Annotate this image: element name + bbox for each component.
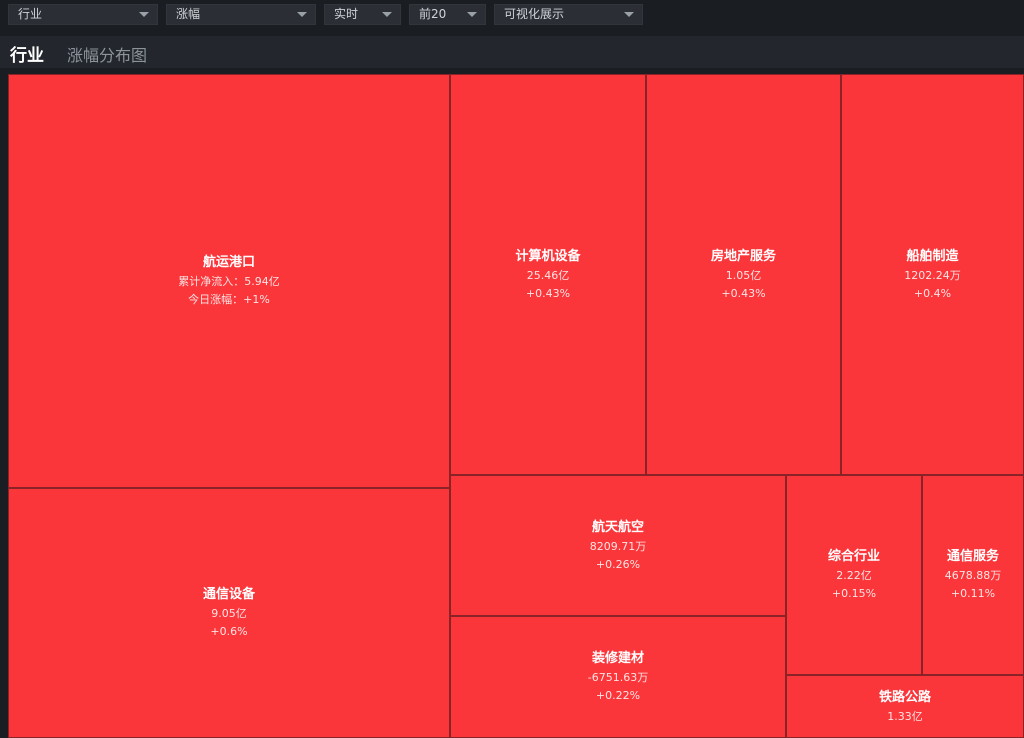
- cell-change: +0.4%: [913, 286, 952, 300]
- cell-change: +0.6%: [210, 625, 248, 638]
- cell-name: 装修建材: [591, 651, 644, 666]
- cell-net-inflow: 4678.88万: [944, 569, 1002, 582]
- treemap-cell-shipbuilding[interactable]: 船舶制造 1202.24万 +0.4%: [841, 74, 1024, 475]
- cell-net-inflow: 8209.71万: [589, 539, 647, 553]
- cell-change: +0.22%: [595, 689, 641, 702]
- cell-name: 通信服务: [946, 549, 999, 564]
- cell-net-inflow: 1.33亿: [887, 709, 923, 723]
- metric-dropdown[interactable]: 涨幅: [166, 4, 316, 25]
- cell-name: 通信设备: [202, 587, 255, 602]
- cell-net-inflow: 2.22亿: [836, 569, 872, 582]
- cell-name: 船舶制造: [906, 248, 959, 264]
- chevron-down-icon: [297, 12, 307, 17]
- filter-toolbar: 行业 涨幅 实时 前20 可视化展示: [0, 0, 1024, 30]
- cell-name: 房地产服务: [710, 248, 776, 264]
- cell-net-inflow: 累计净流入：5.94亿: [178, 275, 280, 288]
- chevron-down-icon: [467, 12, 477, 17]
- cell-net-inflow: 1.05亿: [725, 268, 762, 282]
- cell-change: +0.15%: [831, 587, 877, 600]
- category-dropdown-label: 行业: [18, 7, 43, 21]
- treemap-cell-computer-equipment[interactable]: 计算机设备 25.46亿 +0.43%: [450, 74, 646, 475]
- view-mode-dropdown-label: 可视化展示: [504, 7, 565, 21]
- topn-dropdown-label: 前20: [419, 7, 447, 21]
- treemap-cell-telecom-services[interactable]: 通信服务 4678.88万 +0.11%: [922, 475, 1024, 675]
- page-subtitle: 涨幅分布图: [67, 46, 148, 65]
- chevron-down-icon: [382, 12, 392, 17]
- title-bar: 行业 涨幅分布图: [0, 36, 1024, 68]
- category-dropdown[interactable]: 行业: [8, 4, 158, 25]
- chevron-down-icon: [624, 12, 634, 17]
- cell-change: +0.43%: [525, 286, 571, 300]
- cell-name: 计算机设备: [515, 248, 581, 264]
- metric-dropdown-label: 涨幅: [176, 7, 201, 21]
- treemap-cell-rail-highway[interactable]: 铁路公路 1.33亿: [786, 675, 1024, 738]
- chevron-down-icon: [139, 12, 149, 17]
- treemap-cell-aerospace[interactable]: 航天航空 8209.71万 +0.26%: [450, 475, 786, 616]
- cell-name: 综合行业: [827, 549, 880, 564]
- cell-change: +0.11%: [950, 587, 996, 600]
- view-mode-dropdown[interactable]: 可视化展示: [494, 4, 643, 25]
- treemap-cell-shipping-ports[interactable]: 航运港口 累计净流入：5.94亿 今日涨幅：+1%: [8, 74, 450, 488]
- treemap-cell-telecom-equipment[interactable]: 通信设备 9.05亿 +0.6%: [8, 488, 450, 738]
- cell-change: 今日涨幅：+1%: [188, 293, 270, 306]
- topn-dropdown[interactable]: 前20: [409, 4, 486, 25]
- cell-net-inflow: 9.05亿: [211, 607, 247, 620]
- cell-change: +0.26%: [595, 557, 641, 571]
- period-dropdown-label: 实时: [334, 7, 359, 21]
- cell-change: +0.43%: [721, 286, 766, 300]
- page-title: 行业: [10, 46, 44, 66]
- cell-name: 航运港口: [202, 255, 255, 270]
- period-dropdown[interactable]: 实时: [324, 4, 401, 25]
- cell-net-inflow: -6751.63万: [587, 671, 649, 684]
- treemap-cell-real-estate-services[interactable]: 房地产服务 1.05亿 +0.43%: [646, 74, 841, 475]
- cell-name: 航天航空: [591, 519, 644, 535]
- cell-net-inflow: 25.46亿: [526, 268, 570, 282]
- cell-name: 铁路公路: [878, 689, 931, 705]
- cell-net-inflow: 1202.24万: [904, 268, 961, 282]
- treemap-cell-building-materials[interactable]: 装修建材 -6751.63万 +0.22%: [450, 616, 786, 738]
- treemap-cell-conglomerate[interactable]: 综合行业 2.22亿 +0.15%: [786, 475, 922, 675]
- treemap: 航运港口 累计净流入：5.94亿 今日涨幅：+1% 通信设备 9.05亿 +0.…: [8, 74, 1024, 738]
